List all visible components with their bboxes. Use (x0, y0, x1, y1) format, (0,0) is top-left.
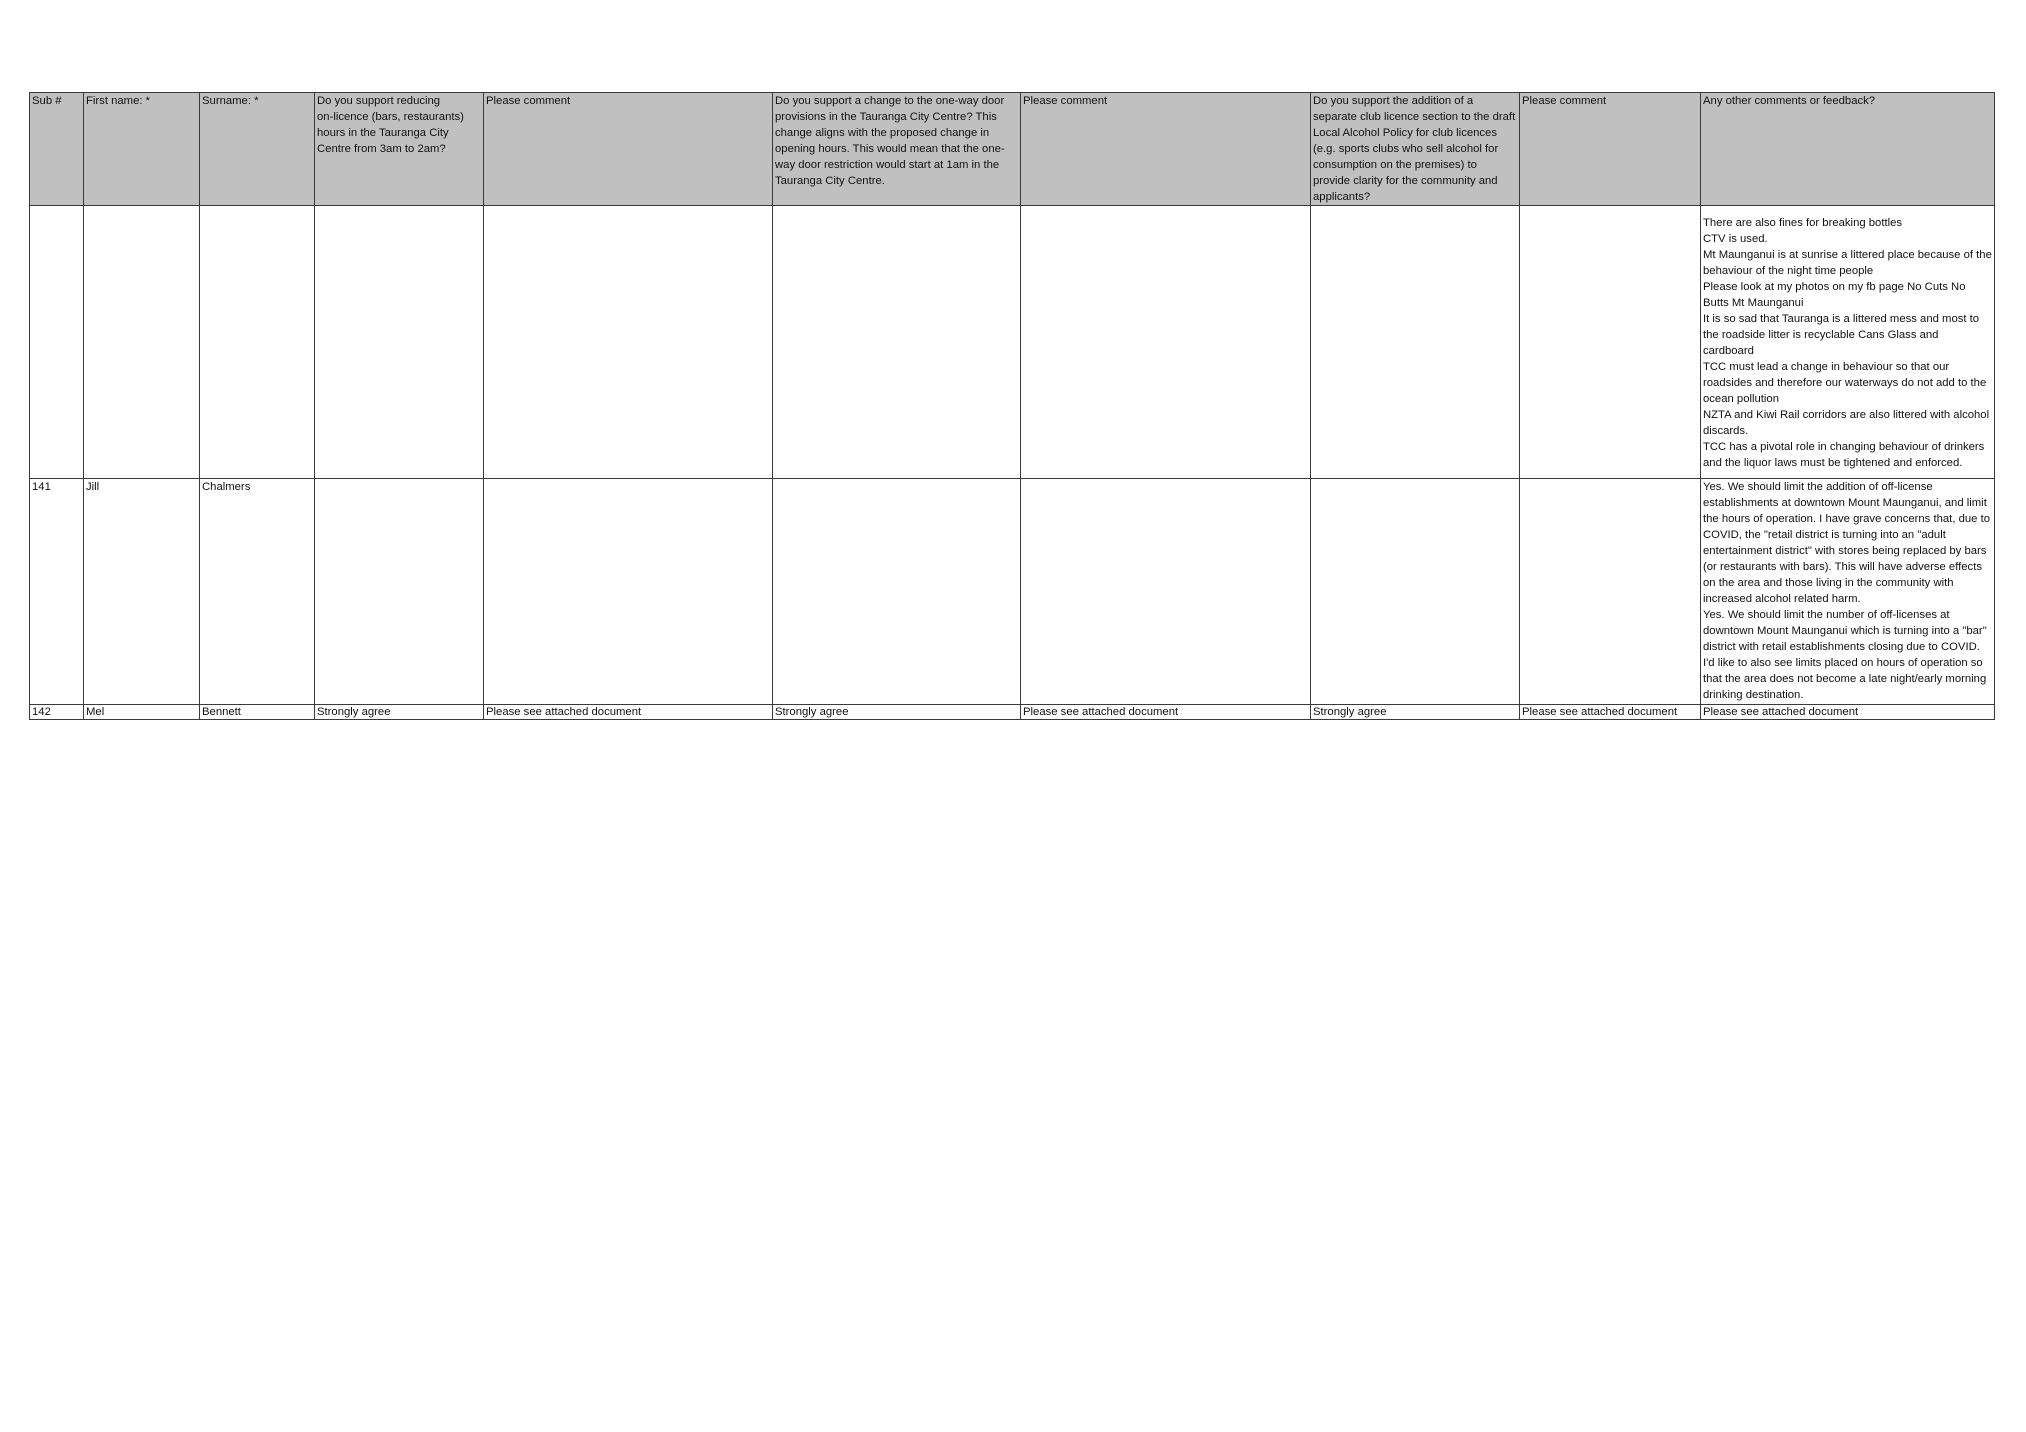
cell-comment-club-licence (1519, 478, 1701, 705)
cell-comment-hours (483, 205, 773, 479)
cell-first-name (83, 205, 200, 479)
comment-line: It is so sad that Tauranga is a littered… (1703, 313, 1980, 357)
cell-question-one-way-door (772, 205, 1021, 479)
table-row: There are also fines for breaking bottle… (29, 205, 1995, 479)
cell-comment-one-way-door: Please see attached document (1020, 704, 1311, 720)
cell-question-hours: Strongly agree (314, 704, 484, 720)
cell-comment-club-licence: Please see attached document (1519, 704, 1701, 720)
header-question-hours: Do you support reducing on-licence (bars… (314, 92, 484, 206)
header-row: Sub # First name: * Surname: * Do you su… (29, 92, 1995, 206)
comment-line: TCC must lead a change in behaviour so t… (1703, 361, 1987, 405)
comment-line: Yes. We should limit the number of off-l… (1703, 609, 1987, 701)
comment-line: Yes. We should limit the addition of off… (1703, 481, 1991, 605)
table-row: 142 Mel Bennett Strongly agree Please se… (29, 704, 1995, 720)
cell-other-comments: Please see attached document (1700, 704, 1995, 720)
cell-other-comments: There are also fines for breaking bottle… (1700, 205, 1995, 479)
cell-first-name: Mel (83, 704, 200, 720)
cell-comment-one-way-door (1020, 205, 1311, 479)
header-surname: Surname: * (199, 92, 315, 206)
cell-comment-club-licence (1519, 205, 1701, 479)
cell-comment-hours: Please see attached document (483, 704, 773, 720)
cell-surname (199, 205, 315, 479)
cell-comment-hours (483, 478, 773, 705)
cell-surname: Bennett (199, 704, 315, 720)
table-row: 141 Jill Chalmers Yes. We should limit t… (29, 478, 1995, 705)
comment-line: There are also fines for breaking bottle… (1703, 217, 1903, 229)
header-question-club-licence: Do you support the addition of a separat… (1310, 92, 1520, 206)
comment-line: CTV is used. (1703, 233, 1768, 245)
submissions-table: Sub # First name: * Surname: * Do you su… (29, 92, 1995, 720)
header-first-name: First name: * (83, 92, 200, 206)
cell-question-club-licence: Strongly agree (1310, 704, 1520, 720)
header-sub-number: Sub # (29, 92, 84, 206)
cell-other-comments: Yes. We should limit the addition of off… (1700, 478, 1995, 705)
cell-sub-number: 142 (29, 704, 84, 720)
comment-line: Mt Maunganui is at sunrise a littered pl… (1703, 249, 1992, 277)
header-question-one-way-door: Do you support a change to the one-way d… (772, 92, 1021, 206)
cell-question-one-way-door (772, 478, 1021, 705)
cell-comment-one-way-door (1020, 478, 1311, 705)
header-other-comments: Any other comments or feedback? (1700, 92, 1995, 206)
header-comment-hours: Please comment (483, 92, 773, 206)
comment-line: Please look at my photos on my fb page N… (1703, 281, 1966, 309)
cell-question-hours (314, 478, 484, 705)
header-comment-one-way-door: Please comment (1020, 92, 1311, 206)
cell-question-club-licence (1310, 478, 1520, 705)
submissions-sheet: Sub # First name: * Surname: * Do you su… (29, 92, 1995, 720)
cell-question-club-licence (1310, 205, 1520, 479)
cell-sub-number (29, 205, 84, 479)
cell-surname: Chalmers (199, 478, 315, 705)
cell-first-name: Jill (83, 478, 200, 705)
header-comment-club-licence: Please comment (1519, 92, 1701, 206)
comment-line: NZTA and Kiwi Rail corridors are also li… (1703, 409, 1990, 437)
cell-question-one-way-door: Strongly agree (772, 704, 1021, 720)
cell-question-hours (314, 205, 484, 479)
cell-top-spacer (1703, 207, 1992, 216)
comment-line: TCC has a pivotal role in changing behav… (1703, 441, 1985, 469)
cell-sub-number: 141 (29, 478, 84, 705)
